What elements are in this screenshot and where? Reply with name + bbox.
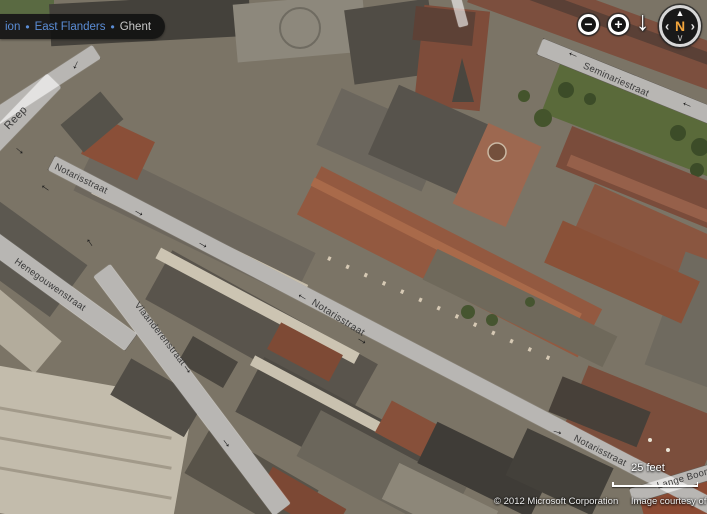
zoom-out-button[interactable]: − [578,14,599,35]
compass-north-label[interactable]: N [675,19,685,33]
breadcrumb: ion • East Flanders • Ghent [0,14,166,39]
compass[interactable]: ▲ ‹ N › ∨ [659,5,701,47]
compass-down-chevron-icon[interactable]: ∨ [676,34,683,44]
breadcrumb-region-link[interactable]: ion [5,21,20,33]
compass-right-chevron-icon[interactable]: › [691,20,695,33]
copyright-text: © 2012 Microsoft Corporation [494,496,619,507]
rotate-view-down-icon[interactable]: ↓ [636,6,650,37]
attribution: © 2012 Microsoft Corporation Image court… [494,496,707,507]
zoom-in-button[interactable]: + [608,14,629,35]
imagery-credit-text: Image courtesy of Simmo [630,496,707,507]
breadcrumb-current-city: Ghent [119,20,152,33]
compass-left-chevron-icon[interactable]: ‹ [665,20,669,33]
map-scale-bar [612,482,698,487]
breadcrumb-separator: • [25,19,30,34]
compass-up-chevron-icon[interactable]: ▲ [676,9,685,18]
breadcrumb-separator: • [110,19,115,34]
breadcrumb-province-link[interactable]: East Flanders [35,21,106,33]
map-scale-label: 25 feet [631,462,665,474]
map-viewport[interactable]: Reep Notarisstraat Henegouwenstraat Vlaa… [0,0,707,514]
